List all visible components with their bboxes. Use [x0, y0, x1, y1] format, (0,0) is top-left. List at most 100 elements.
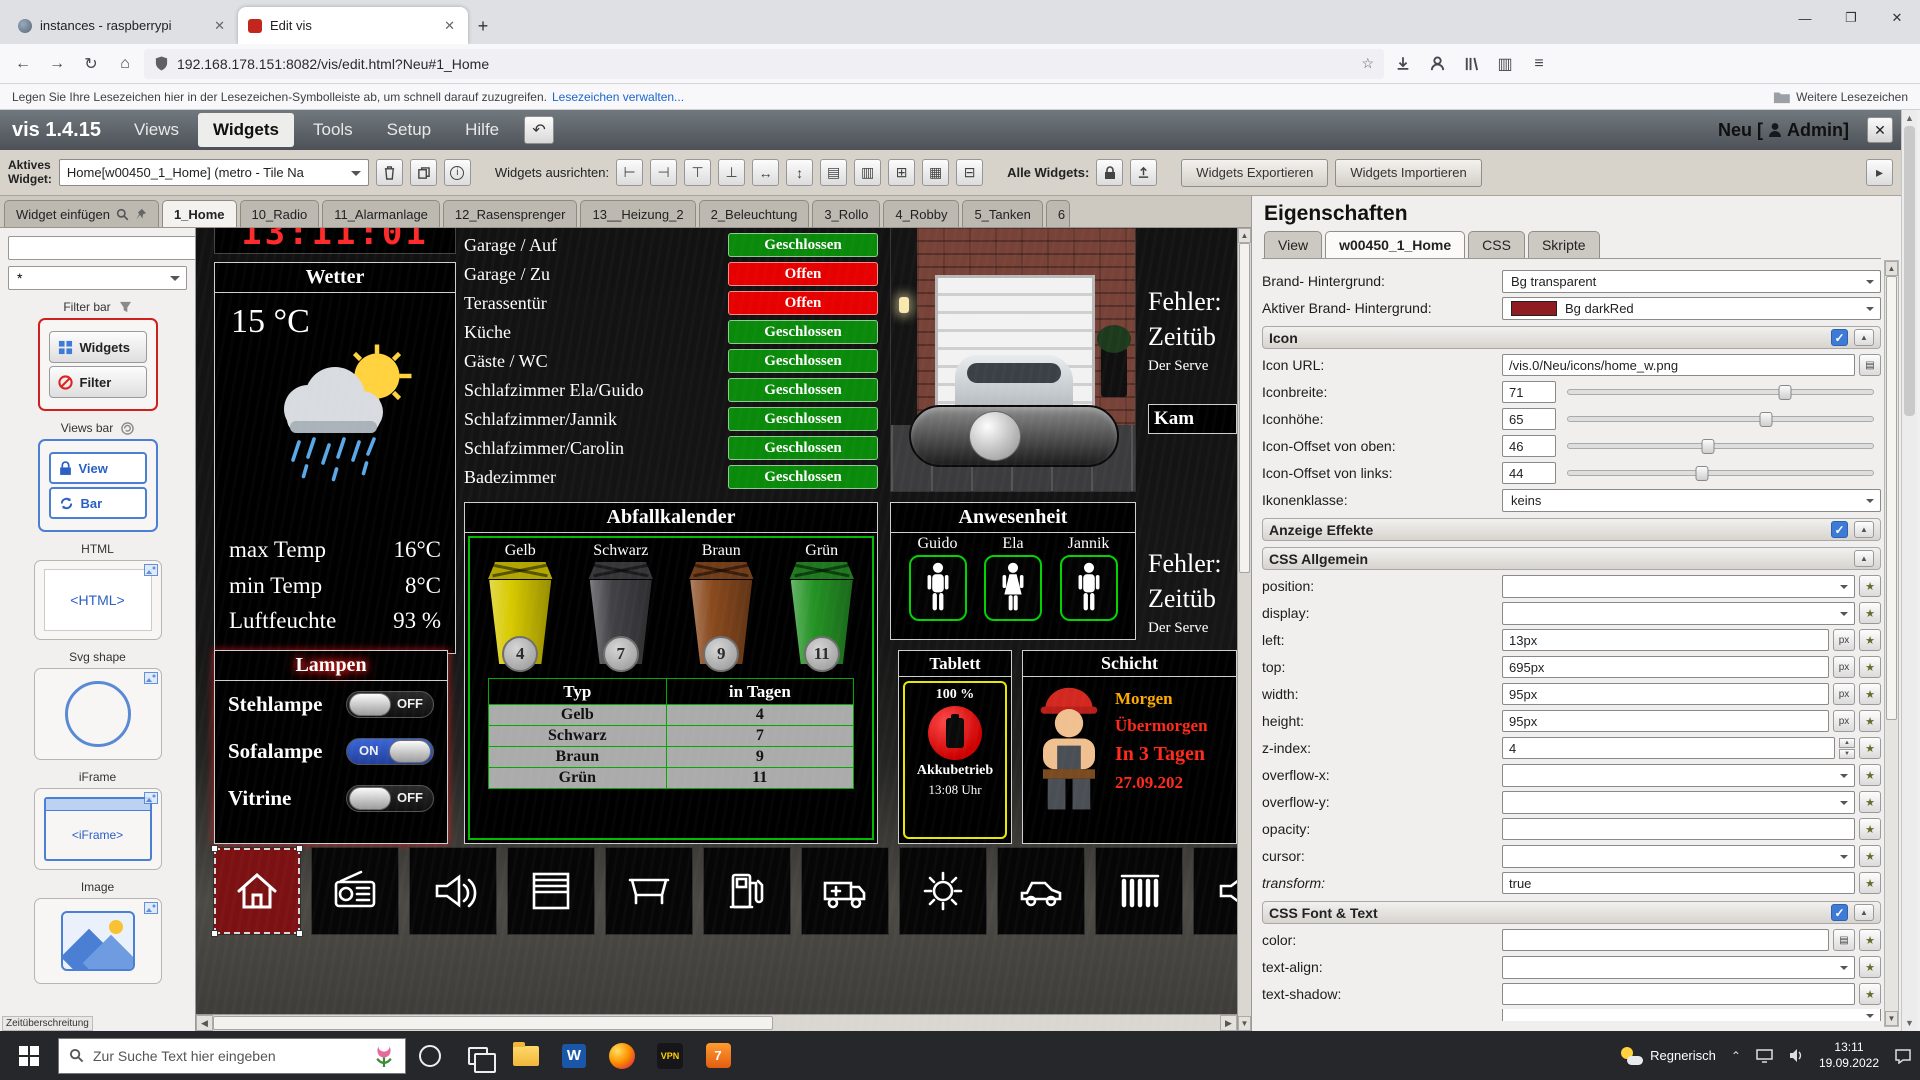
- vis-close-icon[interactable]: ✕: [1867, 117, 1893, 143]
- iframe-widget-preview[interactable]: <iFrame>: [34, 788, 162, 870]
- status-badge[interactable]: Geschlossen: [728, 320, 878, 344]
- text-shadow-input[interactable]: [1502, 983, 1855, 1005]
- section-effects[interactable]: Anzeige Effekte ✓ ▲: [1262, 518, 1881, 541]
- opacity-input[interactable]: [1502, 818, 1855, 840]
- widgets-import-button[interactable]: Widgets Importieren: [1335, 159, 1481, 187]
- icon-width-slider[interactable]: [1567, 389, 1874, 395]
- align-right-button[interactable]: ⊣: [650, 159, 677, 186]
- sidebar-icon[interactable]: ▥: [1490, 49, 1520, 79]
- nav-tile-ambulance[interactable]: [801, 847, 889, 935]
- px-unit-button[interactable]: px: [1833, 656, 1855, 678]
- transform-input[interactable]: [1502, 872, 1855, 894]
- restore-button[interactable]: ❐: [1828, 0, 1874, 36]
- resize-handle[interactable]: [211, 930, 218, 937]
- task-view-button[interactable]: [454, 1031, 502, 1080]
- refresh-circle-icon[interactable]: [121, 422, 134, 435]
- widget-info-button[interactable]: i: [444, 159, 471, 186]
- battery-icon[interactable]: [928, 706, 982, 760]
- distribute-v-button[interactable]: ▥: [854, 159, 881, 186]
- tab-skripte[interactable]: Skripte: [1528, 231, 1600, 258]
- view-tab-6[interactable]: 6: [1046, 200, 1070, 227]
- same-width-button[interactable]: ⊞: [888, 159, 915, 186]
- nav-tile-cut[interactable]: [1193, 847, 1237, 935]
- vitrine-toggle[interactable]: OFF: [346, 785, 434, 812]
- view-tab-11-alarmanlage[interactable]: 11_Alarmanlage: [322, 200, 440, 227]
- bar-button[interactable]: Bar: [49, 487, 147, 519]
- nav-tile-fuel[interactable]: [703, 847, 791, 935]
- delete-widget-button[interactable]: [376, 159, 403, 186]
- file-explorer-button[interactable]: [502, 1031, 550, 1080]
- tab-close-icon[interactable]: ✕: [441, 18, 458, 34]
- zindex-input[interactable]: [1502, 737, 1835, 759]
- resize-handle[interactable]: [296, 930, 303, 937]
- align-center-v-button[interactable]: ↕: [786, 159, 813, 186]
- nav-tile-alarm[interactable]: [409, 847, 497, 935]
- tab-view[interactable]: View: [1264, 231, 1322, 258]
- account-icon[interactable]: [1422, 49, 1452, 79]
- home-icon[interactable]: ⌂: [110, 49, 140, 79]
- forward-icon[interactable]: →: [42, 49, 72, 79]
- px-unit-button[interactable]: px: [1833, 710, 1855, 732]
- menu-hilfe[interactable]: Hilfe: [450, 113, 514, 147]
- filter-off-button[interactable]: Filter: [49, 366, 147, 398]
- word-button[interactable]: W: [550, 1031, 598, 1080]
- undo-icon[interactable]: ↶: [524, 116, 554, 144]
- filter-bar-widget-preview[interactable]: Widgets Filter: [38, 318, 158, 411]
- status-badge[interactable]: Geschlossen: [728, 436, 878, 460]
- align-grid-button[interactable]: ⊟: [956, 159, 983, 186]
- scroll-up-icon[interactable]: ▲: [1885, 261, 1898, 276]
- view-tab-5-tanken[interactable]: 5_Tanken: [962, 200, 1042, 227]
- presence-indicator[interactable]: [909, 555, 967, 621]
- section-icon[interactable]: Icon ✓ ▲: [1262, 326, 1881, 349]
- cursor-select[interactable]: [1502, 845, 1855, 868]
- palette-search-input[interactable]: [8, 236, 196, 260]
- reload-icon[interactable]: ↻: [76, 49, 106, 79]
- icon-offset-top-input[interactable]: [1502, 435, 1556, 457]
- menu-setup[interactable]: Setup: [372, 113, 446, 147]
- scroll-down-icon[interactable]: ▼: [1885, 1011, 1898, 1026]
- view-tab-12-rasensprenger[interactable]: 12_Rasensprenger: [443, 200, 578, 227]
- binding-star-icon[interactable]: ★: [1859, 818, 1881, 840]
- resize-handle[interactable]: [296, 845, 303, 852]
- align-left-button[interactable]: ⊢: [616, 159, 643, 186]
- status-badge[interactable]: Geschlossen: [728, 465, 878, 489]
- icon-height-input[interactable]: [1502, 408, 1556, 430]
- speaker-icon[interactable]: [1788, 1048, 1804, 1063]
- icon-offset-left-slider[interactable]: [1567, 470, 1874, 476]
- nav-tile-home[interactable]: [213, 847, 301, 935]
- overflow-y-select[interactable]: [1502, 791, 1855, 814]
- html-widget-preview[interactable]: <HTML>: [34, 560, 162, 640]
- icon-height-slider[interactable]: [1567, 416, 1874, 422]
- nav-tile-light[interactable]: [899, 847, 987, 935]
- more-bookmarks-label[interactable]: Weitere Lesezeichen: [1796, 90, 1908, 104]
- icon-offset-top-slider[interactable]: [1567, 443, 1874, 449]
- status-badge[interactable]: Offen: [728, 262, 878, 286]
- status-badge[interactable]: Offen: [728, 291, 878, 315]
- views-bar-widget-preview[interactable]: View Bar: [38, 439, 158, 532]
- garage-door-toggle[interactable]: [909, 405, 1119, 467]
- checkbox-checked-icon[interactable]: ✓: [1831, 329, 1848, 346]
- icon-class-select[interactable]: keins: [1502, 489, 1881, 512]
- position-select[interactable]: [1502, 575, 1855, 598]
- active-widget-select[interactable]: Home[w00450_1_Home] (metro - Tile Na: [59, 159, 369, 186]
- tab-css[interactable]: CSS: [1468, 231, 1525, 258]
- widgets-export-button[interactable]: Widgets Exportieren: [1181, 159, 1328, 187]
- manage-bookmarks-link[interactable]: Lesezeichen verwalten...: [552, 90, 684, 104]
- presence-indicator[interactable]: [984, 555, 1042, 621]
- nav-tile-car[interactable]: [997, 847, 1085, 935]
- bookmark-star-icon[interactable]: ☆: [1361, 55, 1374, 72]
- view-button[interactable]: View: [49, 452, 147, 484]
- scroll-down-icon[interactable]: ▼: [1238, 1016, 1251, 1031]
- canvas-hscrollbar[interactable]: ◀ ▶: [196, 1014, 1237, 1031]
- hidden-icons-chevron[interactable]: ⌃: [1731, 1049, 1741, 1063]
- back-icon[interactable]: ←: [8, 49, 38, 79]
- view-tab-10-radio[interactable]: 10_Radio: [240, 200, 320, 227]
- binding-star-icon[interactable]: ★: [1859, 629, 1881, 651]
- scroll-down-icon[interactable]: ▼: [1902, 1015, 1917, 1031]
- display-select[interactable]: [1502, 602, 1855, 625]
- sofalampe-toggle[interactable]: ON: [346, 738, 434, 765]
- status-badge[interactable]: Geschlossen: [728, 233, 878, 257]
- active-brand-bg-select[interactable]: Bg darkRed: [1502, 297, 1881, 320]
- color-input[interactable]: [1502, 929, 1829, 951]
- checkbox-checked-icon[interactable]: ✓: [1831, 521, 1848, 538]
